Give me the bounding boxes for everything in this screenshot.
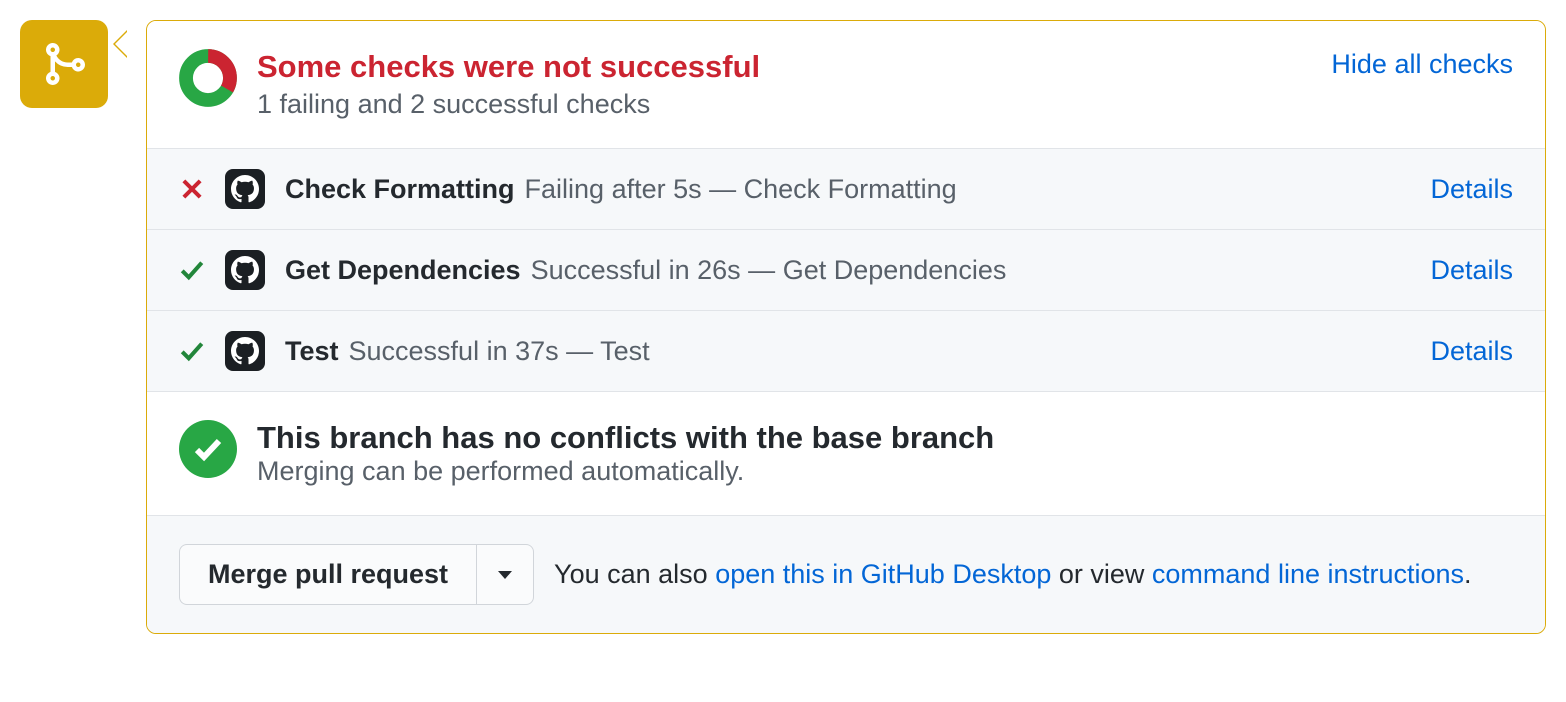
- check-text: Test Successful in 37s — Test: [285, 336, 1410, 367]
- merge-dropdown-button[interactable]: [476, 544, 534, 605]
- github-avatar-icon: [225, 331, 265, 371]
- merge-section: Merge pull request You can also open thi…: [147, 516, 1545, 633]
- conflict-section: This branch has no conflicts with the ba…: [147, 392, 1545, 516]
- x-icon: [179, 176, 205, 202]
- check-icon: [179, 257, 205, 283]
- check-details-link[interactable]: Details: [1430, 255, 1513, 286]
- caret-down-icon: [497, 570, 513, 580]
- success-circle-icon: [179, 420, 237, 478]
- check-item: Get Dependencies Successful in 26s — Get…: [147, 230, 1545, 311]
- merge-hint-prefix: You can also: [554, 559, 715, 589]
- merge-hint: You can also open this in GitHub Desktop…: [554, 559, 1472, 590]
- open-desktop-link[interactable]: open this in GitHub Desktop: [715, 559, 1051, 589]
- check-icon: [179, 338, 205, 364]
- speech-caret: [113, 30, 127, 58]
- check-item: Test Successful in 37s — Test Details: [147, 311, 1545, 392]
- github-avatar-icon: [225, 250, 265, 290]
- checks-status-header: Some checks were not successful 1 failin…: [147, 21, 1545, 149]
- check-text: Get Dependencies Successful in 26s — Get…: [285, 255, 1410, 286]
- check-text: Check Formatting Failing after 5s — Chec…: [285, 174, 1410, 205]
- merge-pull-request-button[interactable]: Merge pull request: [179, 544, 476, 605]
- conflict-text: This branch has no conflicts with the ba…: [257, 420, 994, 487]
- github-avatar-icon: [225, 169, 265, 209]
- merge-button-group: Merge pull request: [179, 544, 534, 605]
- check-name: Test: [285, 336, 339, 367]
- conflict-subtitle: Merging can be performed automatically.: [257, 456, 994, 487]
- status-text: Some checks were not successful 1 failin…: [257, 49, 1311, 120]
- status-title: Some checks were not successful: [257, 49, 1311, 85]
- check-name: Get Dependencies: [285, 255, 521, 286]
- merge-hint-mid: or view: [1051, 559, 1152, 589]
- check-desc: Failing after 5s — Check Formatting: [525, 174, 957, 205]
- status-donut-icon: [179, 49, 237, 107]
- status-subtitle: 1 failing and 2 successful checks: [257, 89, 1311, 120]
- check-desc: Successful in 37s — Test: [349, 336, 650, 367]
- merge-status-container: Some checks were not successful 1 failin…: [20, 20, 1546, 634]
- git-merge-icon: [40, 40, 88, 88]
- check-name: Check Formatting: [285, 174, 515, 205]
- merge-timeline-badge: [20, 20, 108, 108]
- check-details-link[interactable]: Details: [1430, 336, 1513, 367]
- merge-hint-suffix: .: [1464, 559, 1472, 589]
- merge-box: Some checks were not successful 1 failin…: [146, 20, 1546, 634]
- conflict-title: This branch has no conflicts with the ba…: [257, 420, 994, 456]
- check-details-link[interactable]: Details: [1430, 174, 1513, 205]
- hide-all-checks-link[interactable]: Hide all checks: [1331, 49, 1513, 80]
- check-item: Check Formatting Failing after 5s — Chec…: [147, 149, 1545, 230]
- check-desc: Successful in 26s — Get Dependencies: [531, 255, 1007, 286]
- command-line-link[interactable]: command line instructions: [1152, 559, 1464, 589]
